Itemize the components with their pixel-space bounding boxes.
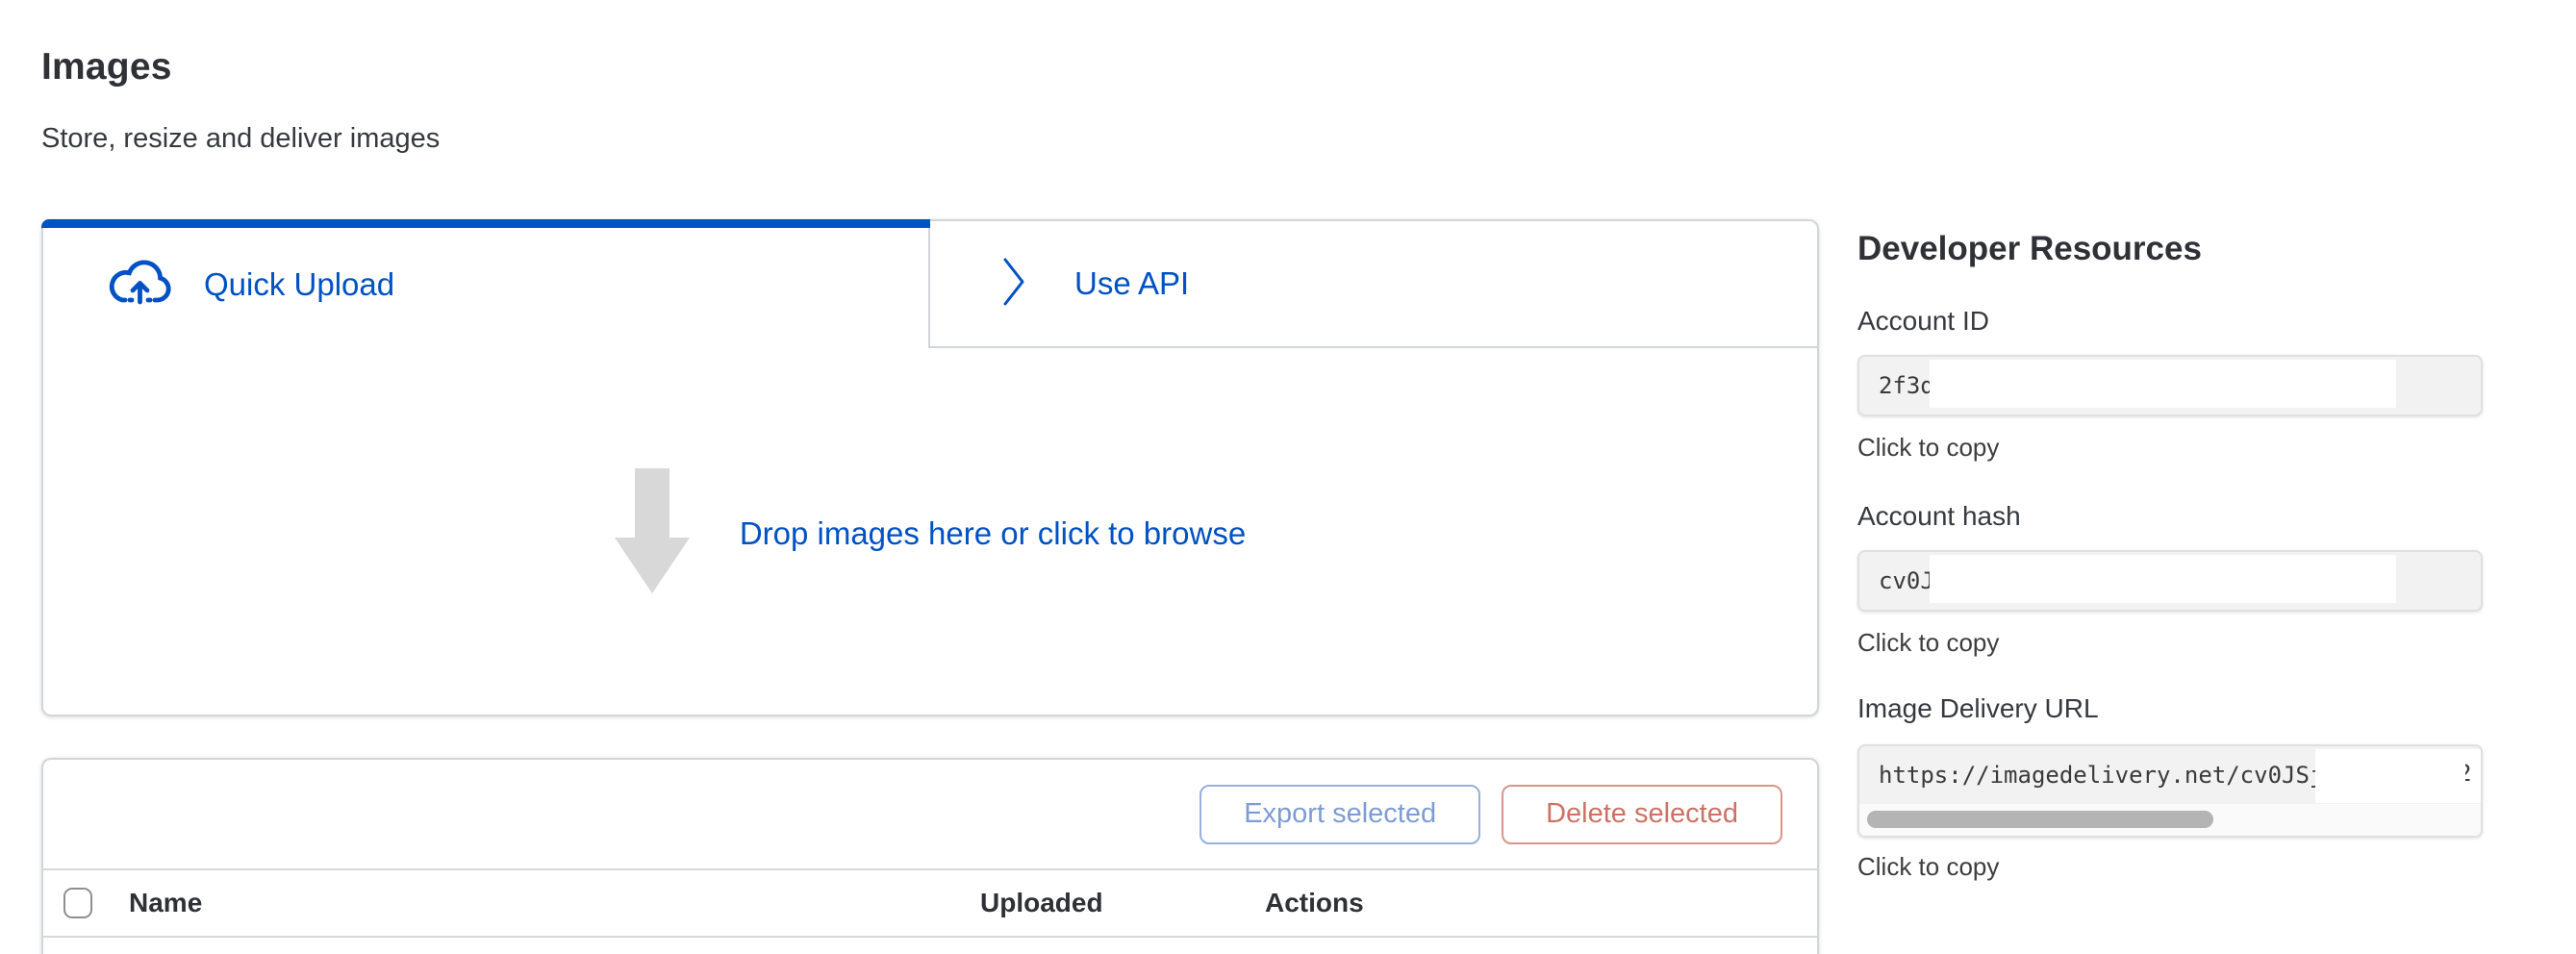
partial-character: 2 [2465, 760, 2481, 796]
page-title: Images [41, 46, 172, 88]
image-list-card: Export selected Delete selected Name Upl… [41, 758, 1819, 954]
column-header-name: Name [129, 888, 202, 918]
account-hash-copy-hint: Click to copy [1857, 628, 1999, 658]
arrow-down-icon [615, 468, 690, 598]
redaction-overlay [1930, 555, 2396, 603]
page-subtitle: Store, resize and deliver images [41, 123, 440, 155]
cloud-upload-icon [108, 259, 171, 312]
tab-quick-upload[interactable]: Quick Upload [43, 221, 928, 348]
horizontal-scrollbar [1859, 804, 2481, 836]
image-delivery-url-value: https://imagedelivery.net/cv0JSj [1879, 762, 2323, 789]
redaction-overlay [2315, 749, 2481, 803]
delete-selected-button[interactable]: Delete selected [1502, 785, 1782, 844]
developer-resources-title: Developer Resources [1857, 230, 2202, 268]
account-hash-field[interactable]: cv0J [1857, 550, 2483, 612]
tab-quick-upload-label: Quick Upload [204, 266, 394, 303]
table-header-row: Name Uploaded Actions [43, 870, 1817, 938]
redaction-overlay [1930, 360, 2396, 408]
page-header: Images [41, 46, 172, 88]
account-hash-value: cv0J [1879, 567, 1934, 594]
active-tab-indicator [41, 219, 930, 228]
column-header-uploaded: Uploaded [980, 888, 1103, 918]
developer-resources-panel: Developer Resources Account ID 2f3d Clic… [1857, 0, 2483, 954]
column-header-actions: Actions [1265, 888, 1364, 918]
tab-use-api-label: Use API [1074, 265, 1189, 302]
tab-use-api[interactable]: Use API [928, 221, 1817, 348]
image-delivery-url-label: Image Delivery URL [1857, 693, 2099, 724]
export-selected-button[interactable]: Export selected [1200, 785, 1480, 844]
image-delivery-url-field[interactable]: https://imagedelivery.net/cv0JSj 2 [1857, 744, 2483, 838]
image-delivery-url-copy-hint: Click to copy [1857, 852, 1999, 882]
chevron-right-icon [999, 255, 1028, 314]
tab-strip: Quick Upload Use API [43, 221, 1817, 348]
account-id-value: 2f3d [1879, 372, 1934, 399]
account-id-copy-hint: Click to copy [1857, 433, 1999, 463]
bulk-actions-row: Export selected Delete selected [43, 760, 1817, 870]
image-dropzone[interactable]: Drop images here or click to browse [43, 348, 1817, 718]
account-id-field[interactable]: 2f3d [1857, 355, 2483, 416]
account-id-label: Account ID [1857, 306, 1989, 337]
upload-card: Quick Upload Use API Drop images here or… [41, 219, 1819, 716]
account-hash-label: Account hash [1857, 501, 2021, 532]
horizontal-scrollbar-thumb[interactable] [1867, 811, 2213, 828]
dropzone-label: Drop images here or click to browse [740, 515, 1246, 552]
select-all-checkbox[interactable] [63, 888, 92, 918]
